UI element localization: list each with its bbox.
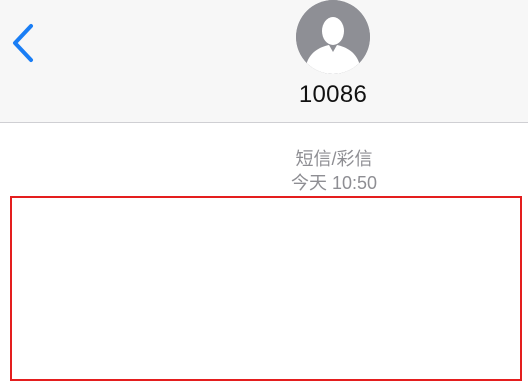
- contact-name[interactable]: 10086: [283, 80, 383, 110]
- navigation-bar: 10086: [0, 0, 528, 123]
- chevron-left-icon: [13, 24, 33, 62]
- back-button[interactable]: [4, 20, 44, 66]
- person-silhouette-icon: [296, 0, 370, 74]
- message-timestamp: 今天 10:50: [290, 173, 378, 193]
- highlighted-message-area: [10, 196, 522, 381]
- message-type-label: 短信/彩信: [295, 149, 373, 169]
- avatar[interactable]: [296, 0, 370, 74]
